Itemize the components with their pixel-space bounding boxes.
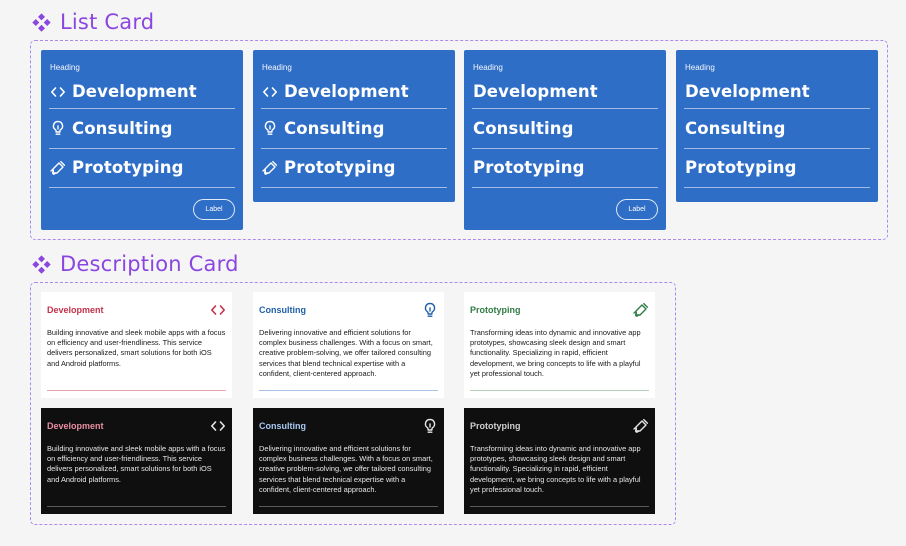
description-card-title: Consulting <box>259 305 306 315</box>
list-item-development[interactable]: Development <box>684 77 870 109</box>
list-item-prototyping[interactable]: Prototyping <box>684 149 870 188</box>
code-icon <box>262 84 278 100</box>
description-card-body: Delivering innovative and efficient solu… <box>259 328 433 378</box>
list-card-1: Heading Development Consulting Prototypi… <box>41 50 243 230</box>
code-icon <box>50 84 66 100</box>
description-card-body: Building innovative and sleek mobile app… <box>47 328 226 368</box>
list-card-heading: Heading <box>50 63 80 72</box>
description-card-title: Prototyping <box>470 421 521 431</box>
description-card-consulting-dark[interactable]: Consulting Delivering innovative and eff… <box>253 408 444 514</box>
card-divider <box>47 390 226 391</box>
list-item-label: Prototyping <box>284 158 396 178</box>
code-icon <box>210 302 226 318</box>
list-item-label: Development <box>685 82 810 101</box>
pen-swirl-icon <box>633 418 649 434</box>
card-divider <box>259 506 438 507</box>
description-card-consulting-light[interactable]: Consulting Delivering innovative and eff… <box>253 292 444 398</box>
section-title-text: List Card <box>60 10 155 34</box>
list-card-heading: Heading <box>685 63 715 72</box>
list-item-consulting[interactable]: Consulting <box>261 109 447 149</box>
list-card-3: Heading Development Consulting Prototypi… <box>464 50 666 230</box>
description-card-body: Building innovative and sleek mobile app… <box>47 444 226 484</box>
description-card-development-light[interactable]: Development Building innovative and slee… <box>41 292 232 398</box>
list-card-4: Heading Development Consulting Prototypi… <box>676 50 878 202</box>
description-card-body: Delivering innovative and efficient solu… <box>259 444 433 494</box>
list-item-development[interactable]: Development <box>261 77 447 109</box>
lightbulb-icon <box>422 302 438 318</box>
list-item-prototyping[interactable]: Prototyping <box>261 149 447 188</box>
code-icon <box>210 418 226 434</box>
list-item-development[interactable]: Development <box>49 77 235 109</box>
list-card-2: Heading Development Consulting Prototypi… <box>253 50 455 202</box>
list-item-consulting[interactable]: Consulting <box>684 109 870 149</box>
list-item-label: Consulting <box>473 118 574 138</box>
list-card-section-title: List Card <box>31 10 154 34</box>
list-item-consulting[interactable]: Consulting <box>472 109 658 149</box>
list-item-prototyping[interactable]: Prototyping <box>472 149 658 188</box>
list-item-label: Consulting <box>685 118 786 138</box>
list-item-label: Development <box>473 82 598 101</box>
list-item-label: Prototyping <box>72 158 184 178</box>
description-card-title: Consulting <box>259 421 306 431</box>
label-button[interactable]: Label <box>616 199 658 220</box>
list-item-development[interactable]: Development <box>472 77 658 109</box>
component-diamond-icon <box>32 254 51 274</box>
lightbulb-icon <box>50 120 66 136</box>
list-card-heading: Heading <box>262 63 292 72</box>
list-item-label: Development <box>284 82 409 101</box>
description-card-prototyping-dark[interactable]: Prototyping Transforming ideas into dyna… <box>464 408 655 514</box>
description-card-section-title: Description Card <box>31 252 239 276</box>
list-item-consulting[interactable]: Consulting <box>49 109 235 149</box>
list-item-label: Prototyping <box>473 158 585 178</box>
list-item-label: Consulting <box>72 118 173 138</box>
list-item-label: Development <box>72 82 197 101</box>
list-item-label: Consulting <box>284 118 385 138</box>
list-card-heading: Heading <box>473 63 503 72</box>
description-card-prototyping-light[interactable]: Prototyping Transforming ideas into dyna… <box>464 292 655 398</box>
card-divider <box>470 390 649 391</box>
description-card-title: Prototyping <box>470 305 521 315</box>
pen-swirl-icon <box>262 160 278 176</box>
pen-swirl-icon <box>50 160 66 176</box>
description-card-title: Development <box>47 421 104 431</box>
card-divider <box>259 390 438 391</box>
lightbulb-icon <box>262 120 278 136</box>
section-title-text: Description Card <box>60 252 239 276</box>
description-card-development-dark[interactable]: Development Building innovative and slee… <box>41 408 232 514</box>
label-button[interactable]: Label <box>193 199 235 220</box>
list-item-label: Prototyping <box>685 158 797 178</box>
component-diamond-icon <box>32 12 51 32</box>
card-divider <box>47 506 226 507</box>
lightbulb-icon <box>422 418 438 434</box>
description-card-title: Development <box>47 305 104 315</box>
card-divider <box>470 506 649 507</box>
list-item-prototyping[interactable]: Prototyping <box>49 149 235 188</box>
description-card-body: Transforming ideas into dynamic and inno… <box>470 328 641 378</box>
pen-swirl-icon <box>633 302 649 318</box>
description-card-body: Transforming ideas into dynamic and inno… <box>470 444 641 494</box>
